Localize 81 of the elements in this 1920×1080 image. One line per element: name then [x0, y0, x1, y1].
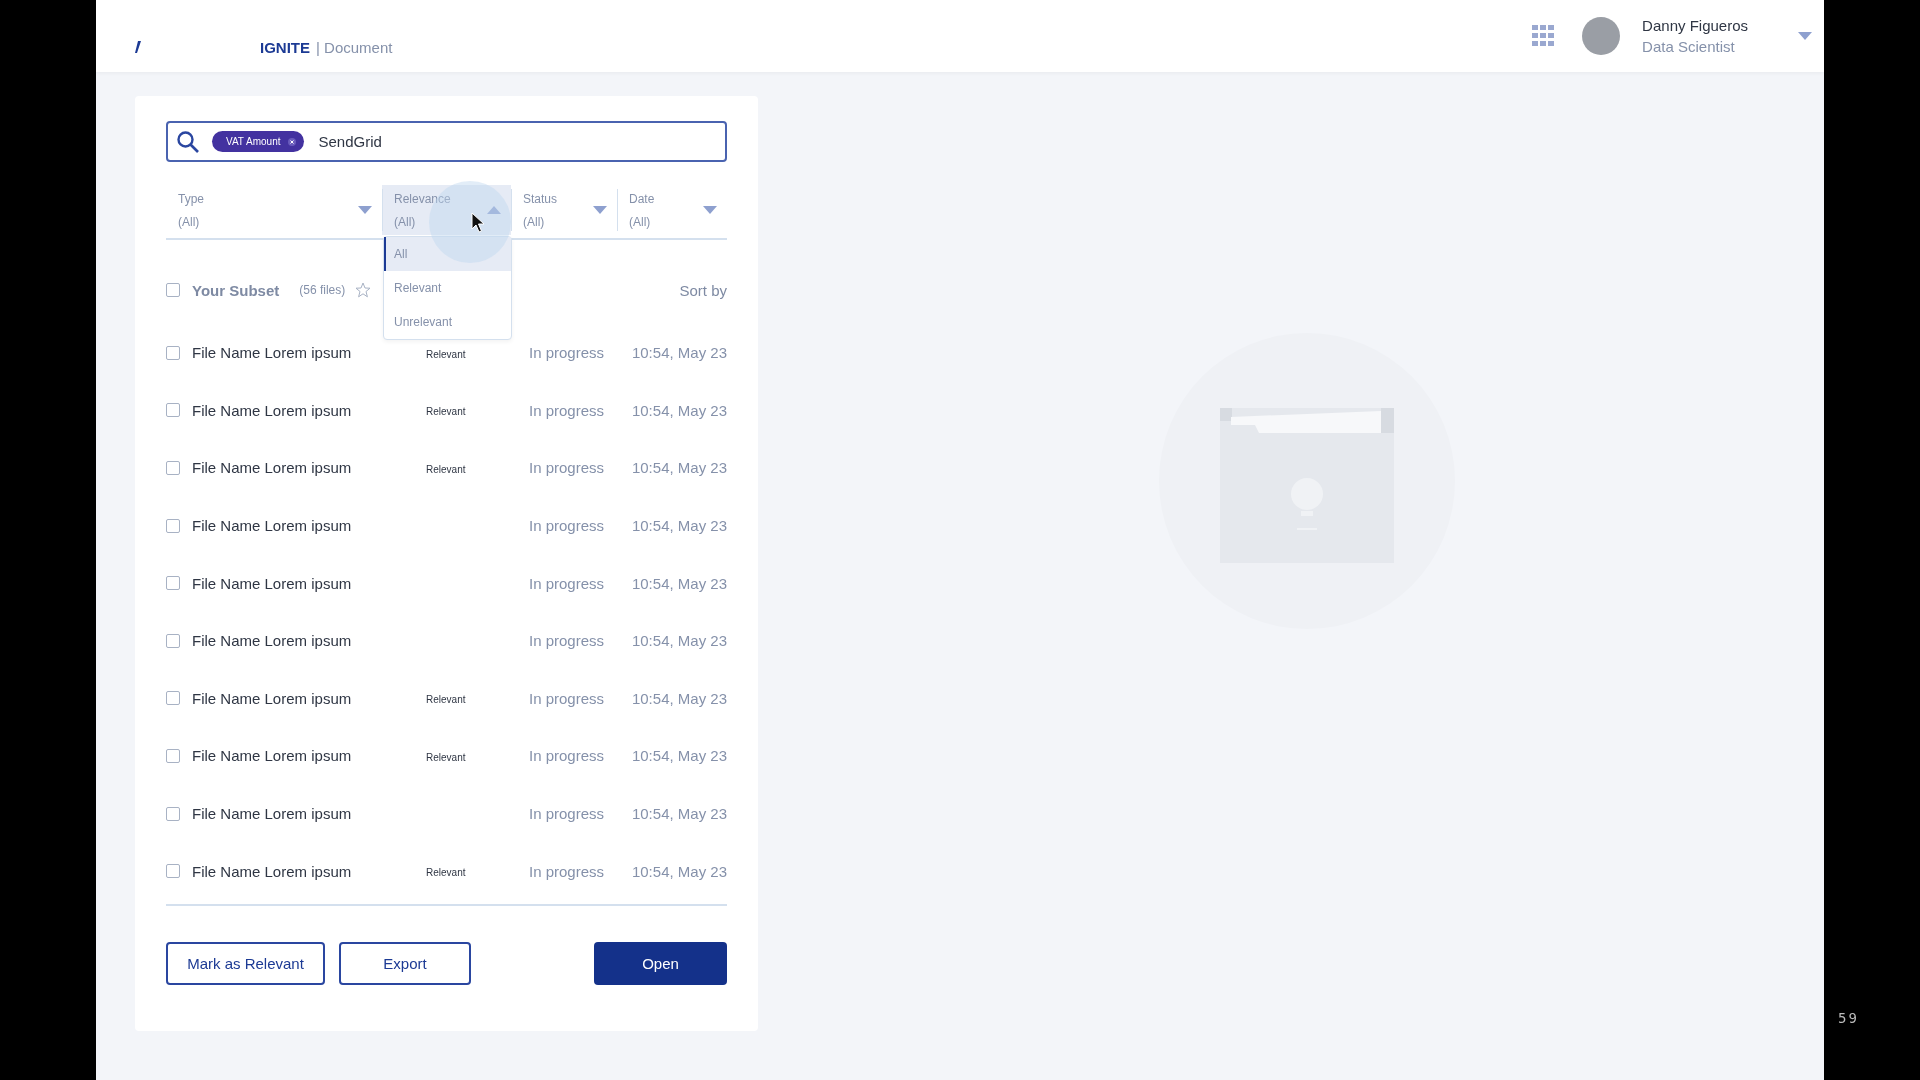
relevance-label: Relevant — [426, 464, 466, 475]
relevance-label: Relevant — [426, 867, 466, 879]
user-name: Danny Figueros — [1642, 17, 1748, 34]
file-name[interactable]: File Name Lorem ipsum — [192, 862, 426, 880]
file-status: In progress — [529, 401, 606, 419]
file-status: In progress — [529, 747, 606, 765]
search-text: SendGrid — [318, 133, 382, 150]
user-role: Data Scientist — [1642, 38, 1736, 55]
frame-number: 59 — [1838, 1010, 1859, 1026]
checkbox[interactable] — [166, 283, 180, 297]
file-name[interactable]: File Name Lorem ipsum — [192, 574, 426, 592]
file-status: In progress — [529, 459, 606, 477]
file-status: In progress — [529, 632, 606, 650]
caret-icon[interactable] — [1798, 32, 1812, 40]
checkbox[interactable] — [166, 633, 180, 648]
checkbox[interactable] — [166, 403, 180, 418]
checkbox[interactable] — [166, 518, 180, 533]
subset-title: Your Subset — [192, 281, 280, 299]
filter-value: (All) — [629, 214, 651, 229]
relevance-label: Relevant — [426, 406, 466, 418]
file-status: In progress — [529, 517, 606, 535]
file-status: In progress — [529, 574, 606, 592]
filter-value: (All) — [523, 214, 545, 229]
relevance-label: Relevant — [426, 751, 466, 763]
file-time: 10:54, May 23 — [630, 747, 727, 765]
file-time: 10:54, May 23 — [630, 632, 727, 650]
star-icon[interactable] — [355, 282, 372, 298]
cursor-icon — [471, 212, 485, 234]
file-name[interactable]: File Name Lorem ipsum — [192, 805, 426, 823]
checkbox[interactable] — [166, 691, 180, 706]
file-time: 10:54, May 23 — [630, 517, 727, 535]
file-time: 10:54, May 23 — [630, 805, 727, 823]
file-name[interactable]: File Name Lorem ipsum — [192, 632, 426, 650]
logo-icon — [135, 41, 141, 53]
file-name[interactable]: File Name Lorem ipsum — [192, 689, 426, 707]
file-count: (56 files) — [299, 283, 346, 297]
checkbox[interactable] — [166, 806, 180, 821]
checkbox[interactable] — [166, 345, 180, 360]
filter-value: (All) — [178, 214, 200, 229]
caret-icon[interactable] — [593, 206, 607, 214]
file-name[interactable]: File Name Lorem ipsum — [192, 401, 426, 419]
brand-name: IGNITE — [260, 38, 310, 56]
relevance-label: Relevant — [426, 348, 466, 360]
file-time: 10:54, May 23 — [630, 459, 727, 477]
caret-icon[interactable] — [358, 206, 372, 214]
sort-by-link[interactable]: Sort by — [679, 281, 727, 299]
file-time: 10:54, May 23 — [630, 689, 727, 707]
apps-grid-icon[interactable] — [1532, 25, 1555, 47]
search-field[interactable]: VAT Amount SendGrid — [166, 121, 727, 162]
caret-icon[interactable] — [487, 206, 501, 214]
filter-value: (All) — [394, 214, 416, 229]
filter-label: Type — [178, 191, 204, 206]
section-title: | Document — [316, 38, 393, 56]
file-status: In progress — [529, 805, 606, 823]
checkbox[interactable] — [166, 864, 180, 879]
checkbox[interactable] — [166, 576, 180, 591]
file-time: 10:54, May 23 — [630, 574, 727, 592]
close-icon[interactable] — [288, 137, 297, 146]
checkbox[interactable] — [166, 748, 180, 763]
action-button[interactable]: Mark as Relevant — [166, 941, 325, 985]
checkbox[interactable] — [166, 461, 180, 475]
file-name[interactable]: File Name Lorem ipsum — [192, 747, 426, 765]
file-time: 10:54, May 23 — [630, 344, 727, 362]
search-icon — [176, 129, 200, 154]
search-tag[interactable]: VAT Amount — [212, 131, 305, 152]
filter-label: Date — [629, 191, 655, 206]
open-button[interactable]: Open — [594, 941, 727, 985]
relevance-label: Relevant — [426, 694, 466, 706]
file-status: In progress — [529, 862, 606, 880]
file-name[interactable]: File Name Lorem ipsum — [192, 517, 426, 535]
avatar[interactable] — [1582, 17, 1621, 55]
filter-label: Status — [523, 191, 558, 206]
file-time: 10:54, May 23 — [630, 401, 727, 419]
file-status: In progress — [529, 689, 606, 707]
file-time: 10:54, May 23 — [630, 862, 727, 880]
filter-label: Relevance — [394, 191, 451, 206]
caret-icon[interactable] — [703, 206, 717, 214]
file-name[interactable]: File Name Lorem ipsum — [192, 344, 426, 362]
file-status: In progress — [529, 344, 606, 362]
action-button[interactable]: Export — [339, 941, 471, 985]
file-name[interactable]: File Name Lorem ipsum — [192, 459, 426, 477]
